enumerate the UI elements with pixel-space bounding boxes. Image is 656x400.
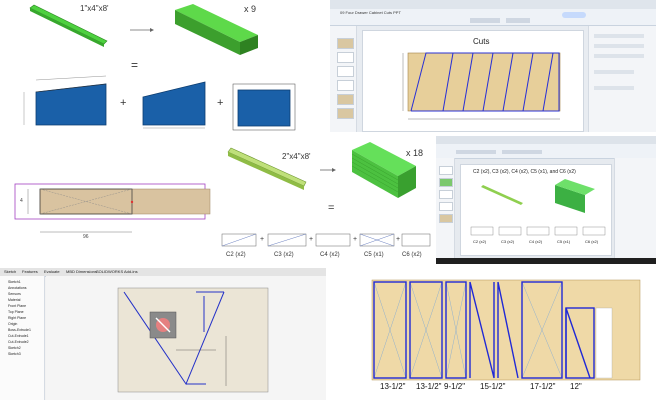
part-label: C2 (x2) [473, 239, 487, 244]
cut-dimension: 12" [570, 382, 582, 391]
ribbon-tab[interactable]: SOLIDWORKS Add-ins [96, 269, 138, 274]
part-label: C2 (x2) [226, 252, 246, 258]
ribbon-tab[interactable]: Evaluate [44, 269, 60, 274]
cad-viewport[interactable] [46, 276, 326, 400]
toolbar-button[interactable] [456, 150, 496, 154]
ribbon-tab[interactable]: Features [22, 269, 38, 274]
cut-piece-1-icon [35, 83, 107, 126]
tree-item[interactable]: Sketch3 [8, 352, 21, 356]
multiplier-label: x 9 [244, 4, 257, 14]
tree-item[interactable]: Sensors [8, 292, 21, 296]
slide-thumbnail[interactable] [439, 166, 453, 175]
slide-thumbnail[interactable] [439, 214, 453, 223]
plus-sign: + [120, 97, 127, 109]
dimension-length: 96 [83, 234, 89, 240]
board-label: 2"x4"x8' [282, 152, 311, 161]
part-label: C4 (x2) [529, 239, 543, 244]
panel-slides-cuts: 09 Four Drawer Cabinet Cuts PPT Cuts [330, 0, 656, 132]
cut-piece-2-icon [142, 81, 206, 126]
board-cuts-illustration [23, 4, 296, 131]
slide-thumbnail[interactable] [337, 52, 354, 63]
cut-dimension: 13-1/2" [416, 382, 442, 391]
board-label: 1"x4"x8' [80, 4, 109, 13]
ribbon-tab[interactable]: Sketch [4, 269, 16, 274]
part-label: C3 (x2) [501, 239, 515, 244]
properties-panel [614, 158, 656, 264]
part-label: C6 (x2) [402, 252, 422, 258]
board-sketch-diagram [14, 183, 211, 233]
plus-sign: + [396, 236, 401, 243]
tree-item[interactable]: Origin [8, 322, 17, 326]
panel-field[interactable] [594, 44, 644, 48]
panel-board-sketch: 96 4 [0, 136, 216, 264]
plus-sign: + [217, 97, 224, 109]
board-2x4-illustration [221, 142, 431, 247]
plus-sign: + [260, 236, 265, 243]
properties-panel [588, 26, 656, 132]
cad-sketch [117, 287, 269, 393]
ribbon-tab[interactable]: MBD Dimensions [66, 269, 97, 274]
taskbar [436, 258, 656, 264]
feature-tree [0, 276, 45, 400]
equals-sign: = [328, 202, 335, 214]
plus-sign: + [353, 236, 358, 243]
tree-item[interactable]: Right Plane [8, 316, 26, 320]
cuts-diagram [402, 52, 561, 120]
panel-field[interactable] [594, 86, 634, 90]
slide-thumbnail[interactable] [337, 66, 354, 77]
part-c6-icon [401, 233, 431, 247]
slide-thumbnail[interactable] [439, 190, 453, 199]
part-label: C3 (x2) [274, 252, 294, 258]
slide-thumbnail[interactable] [439, 178, 453, 187]
multiplier-label: x 18 [406, 148, 424, 158]
toolbar-button[interactable] [502, 150, 542, 154]
panel-solidworks: Sketch Features Evaluate MBD Dimensions … [0, 268, 326, 400]
tree-item[interactable]: Cut-Extrude2 [8, 340, 29, 344]
equals-sign: = [131, 58, 139, 72]
dimension-width: 4 [20, 198, 23, 204]
plus-sign: + [309, 236, 314, 243]
panel-cut-layout: 13-1/2" 13-1/2" 9-1/2" 15-1/2" 17-1/2" 1… [330, 268, 656, 400]
slide-thumbnail[interactable] [337, 108, 354, 119]
part-label: C5 (x1) [557, 239, 571, 244]
tree-item[interactable]: Sketch2 [8, 346, 21, 350]
panel-field[interactable] [594, 54, 644, 58]
part-label: C4 (x2) [320, 252, 340, 258]
cut-dimension: 15-1/2" [480, 382, 506, 391]
panel-board-cuts-1x4: 1"x4"x8' x 9 = + + [0, 0, 326, 132]
cut-dimension: 13-1/2" [380, 382, 406, 391]
slide-canvas: Cuts [362, 30, 584, 132]
panel-field[interactable] [594, 70, 634, 74]
panel-field[interactable] [594, 34, 644, 38]
slide-thumbnail[interactable] [337, 80, 354, 91]
share-button[interactable] [562, 12, 586, 18]
toolbar-button[interactable] [506, 18, 530, 23]
tree-item[interactable]: Cut-Extrude1 [8, 334, 29, 338]
tab-title[interactable]: 09 Four Drawer Cabinet Cuts PPT [340, 10, 401, 15]
toolbar-button[interactable] [470, 18, 500, 23]
part-label: C6 (x2) [585, 239, 599, 244]
cut-piece-3-icon [232, 83, 296, 131]
panel-slides-parts: C2 (x2), C3 (x2), C4 (x2), C5 (x1), and … [436, 136, 656, 264]
tree-item[interactable]: Annotations [8, 286, 27, 290]
slide-canvas: C2 (x2), C3 (x2), C4 (x2), C5 (x1), and … [460, 164, 612, 256]
tree-item[interactable]: Material [8, 298, 20, 302]
slide-thumbnail[interactable] [337, 38, 354, 49]
cut-layout-diagram [371, 279, 641, 381]
tree-item[interactable]: Boss-Extrude1 [8, 328, 31, 332]
slide-thumbnail[interactable] [439, 202, 453, 211]
tree-item[interactable]: Top Plane [8, 310, 24, 314]
part-c4-icon [315, 233, 351, 247]
cut-dimension: 17-1/2" [530, 382, 556, 391]
part-label: C5 (x1) [364, 252, 384, 258]
cut-dimension: 9-1/2" [444, 382, 466, 391]
tree-item[interactable]: Front Plane [8, 304, 26, 308]
panel-board-cuts-2x4: 2"x4"x8' x 18 = C2 (x2) C3 (x2) C4 (x2) … [220, 136, 432, 264]
tree-item[interactable]: Sketch1 [8, 280, 21, 284]
slide-thumbnail[interactable] [337, 94, 354, 105]
